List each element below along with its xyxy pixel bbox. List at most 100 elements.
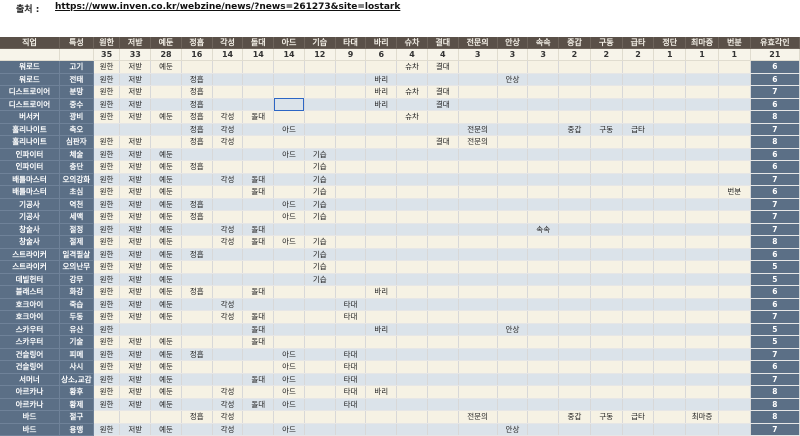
engraving-cell[interactable] bbox=[497, 210, 529, 224]
engraving-cell[interactable]: 아드 bbox=[273, 373, 305, 386]
class-cell[interactable]: 디스트로이어 bbox=[0, 85, 60, 99]
engraving-cell[interactable]: 저받 bbox=[119, 335, 152, 349]
engraving-cell[interactable] bbox=[242, 385, 275, 399]
engraving-cell[interactable] bbox=[93, 410, 121, 424]
build-cell[interactable]: 절구 bbox=[59, 410, 94, 424]
engraving-cell[interactable] bbox=[527, 123, 560, 136]
engraving-cell[interactable] bbox=[304, 323, 336, 336]
build-cell[interactable]: 사시 bbox=[59, 360, 94, 374]
engraving-cell[interactable] bbox=[335, 260, 367, 274]
build-cell[interactable]: 유산 bbox=[59, 323, 94, 336]
build-cell[interactable]: 심판자 bbox=[59, 135, 94, 149]
engraving-cell[interactable]: 속속 bbox=[527, 223, 560, 236]
valid-engraving-count-cell[interactable]: 8 bbox=[750, 110, 800, 124]
engraving-cell[interactable] bbox=[458, 385, 498, 399]
engraving-cell[interactable] bbox=[527, 410, 560, 424]
engraving-cell[interactable] bbox=[365, 360, 398, 374]
column-header[interactable]: 최마증 bbox=[685, 37, 719, 49]
engraving-cell[interactable] bbox=[242, 423, 275, 436]
engraving-cell[interactable] bbox=[558, 235, 591, 249]
engraving-cell[interactable] bbox=[396, 410, 428, 424]
engraving-cell[interactable]: 예둔 bbox=[150, 373, 182, 386]
engraving-cell[interactable] bbox=[273, 323, 305, 336]
engraving-cell[interactable] bbox=[150, 85, 182, 99]
engraving-cell[interactable] bbox=[718, 273, 751, 286]
engraving-cell[interactable] bbox=[181, 385, 213, 399]
engraving-cell[interactable] bbox=[718, 223, 751, 236]
engraving-cell[interactable]: 각성 bbox=[212, 423, 244, 436]
engraving-cell[interactable] bbox=[653, 148, 687, 161]
engraving-cell[interactable] bbox=[718, 373, 751, 386]
engraving-cell[interactable] bbox=[590, 298, 623, 311]
count-cell[interactable]: 16 bbox=[181, 48, 213, 61]
build-cell[interactable]: 체술 bbox=[59, 148, 94, 161]
engraving-cell[interactable] bbox=[718, 135, 751, 149]
valid-engraving-count-cell[interactable]: 7 bbox=[750, 373, 800, 386]
engraving-cell[interactable] bbox=[685, 335, 719, 349]
engraving-cell[interactable] bbox=[458, 73, 498, 86]
engraving-cell[interactable] bbox=[365, 223, 398, 236]
engraving-cell[interactable] bbox=[396, 385, 428, 399]
engraving-cell[interactable] bbox=[212, 323, 244, 336]
engraving-cell[interactable] bbox=[273, 135, 305, 149]
engraving-cell[interactable] bbox=[212, 85, 244, 99]
engraving-cell[interactable]: 원한 bbox=[93, 273, 121, 286]
engraving-cell[interactable]: 예둔 bbox=[150, 173, 182, 186]
engraving-cell[interactable] bbox=[458, 173, 498, 186]
column-header[interactable]: 전문의 bbox=[458, 37, 498, 49]
column-header[interactable]: 직업 bbox=[0, 37, 60, 49]
build-cell[interactable]: 절제 bbox=[59, 235, 94, 249]
class-cell[interactable]: 스트라이커 bbox=[0, 260, 60, 274]
engraving-cell[interactable] bbox=[497, 123, 529, 136]
engraving-cell[interactable] bbox=[396, 223, 428, 236]
engraving-cell[interactable] bbox=[685, 210, 719, 224]
engraving-cell[interactable] bbox=[365, 373, 398, 386]
engraving-cell[interactable] bbox=[273, 273, 305, 286]
engraving-cell[interactable] bbox=[396, 335, 428, 349]
engraving-cell[interactable] bbox=[335, 210, 367, 224]
engraving-cell[interactable] bbox=[590, 423, 623, 436]
engraving-cell[interactable] bbox=[427, 173, 459, 186]
engraving-cell[interactable] bbox=[427, 198, 459, 211]
engraving-cell[interactable] bbox=[396, 123, 428, 136]
build-cell[interactable]: 죽습 bbox=[59, 298, 94, 311]
engraving-cell[interactable]: 저받 bbox=[119, 85, 152, 99]
count-cell[interactable]: 21 bbox=[750, 48, 800, 61]
engraving-cell[interactable] bbox=[590, 360, 623, 374]
engraving-cell[interactable] bbox=[93, 123, 121, 136]
engraving-cell[interactable] bbox=[653, 110, 687, 124]
class-cell[interactable]: 바드 bbox=[0, 423, 60, 436]
column-header[interactable]: 바리 bbox=[365, 37, 398, 49]
engraving-cell[interactable] bbox=[497, 260, 529, 274]
engraving-cell[interactable]: 결대 bbox=[427, 135, 459, 149]
engraving-cell[interactable] bbox=[427, 248, 459, 261]
engraving-cell[interactable] bbox=[427, 348, 459, 361]
valid-engraving-count-cell[interactable]: 8 bbox=[750, 135, 800, 149]
engraving-cell[interactable] bbox=[335, 160, 367, 174]
build-cell[interactable]: 일격필살 bbox=[59, 248, 94, 261]
engraving-cell[interactable]: 예둔 bbox=[150, 210, 182, 224]
valid-engraving-count-cell[interactable]: 7 bbox=[750, 123, 800, 136]
engraving-cell[interactable] bbox=[427, 260, 459, 274]
valid-engraving-count-cell[interactable]: 7 bbox=[750, 198, 800, 211]
engraving-cell[interactable]: 아드 bbox=[273, 348, 305, 361]
engraving-cell[interactable] bbox=[212, 335, 244, 349]
engraving-cell[interactable] bbox=[718, 60, 751, 74]
class-cell[interactable]: 스트라이커 bbox=[0, 248, 60, 261]
engraving-cell[interactable] bbox=[365, 235, 398, 249]
build-cell[interactable]: 분망 bbox=[59, 85, 94, 99]
engraving-cell[interactable]: 정흡 bbox=[181, 285, 213, 299]
engraving-cell[interactable] bbox=[558, 398, 591, 411]
engraving-cell[interactable] bbox=[653, 198, 687, 211]
column-header[interactable]: 급타 bbox=[622, 37, 655, 49]
class-cell[interactable]: 데빌헌터 bbox=[0, 273, 60, 286]
build-cell[interactable]: 중수 bbox=[59, 98, 94, 111]
engraving-cell[interactable]: 구동 bbox=[590, 410, 623, 424]
valid-engraving-count-cell[interactable]: 7 bbox=[750, 348, 800, 361]
engraving-cell[interactable]: 저받 bbox=[119, 423, 152, 436]
engraving-cell[interactable] bbox=[653, 123, 687, 136]
engraving-cell[interactable]: 예둔 bbox=[150, 273, 182, 286]
engraving-cell[interactable]: 정흡 bbox=[181, 160, 213, 174]
count-cell[interactable]: 12 bbox=[304, 48, 336, 61]
class-cell[interactable]: 홀리나이트 bbox=[0, 135, 60, 149]
